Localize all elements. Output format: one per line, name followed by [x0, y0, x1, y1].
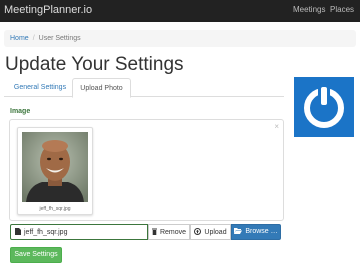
breadcrumb-home-link[interactable]: Home	[10, 35, 29, 42]
nav-meetings-link[interactable]: Meetings	[293, 5, 325, 14]
close-preview-icon[interactable]: ×	[274, 122, 279, 131]
settings-tabs: General Settings Upload Photo	[4, 78, 284, 98]
breadcrumb-separator: /	[32, 35, 35, 42]
tab-general-settings[interactable]: General Settings	[10, 78, 70, 97]
breadcrumb: Home / User Settings	[4, 30, 356, 47]
file-name-value: jeff_fh_sqr.jpg	[24, 229, 68, 236]
browse-button[interactable]: Browse …	[231, 224, 281, 240]
upload-circle-icon	[194, 228, 202, 235]
nav-places-link[interactable]: Places	[330, 5, 354, 14]
remove-button-label: Remove	[159, 229, 187, 236]
profile-photo	[22, 132, 88, 202]
page-title: Update Your Settings	[5, 54, 184, 75]
image-label: Image	[10, 108, 31, 115]
navbar: MeetingPlanner.io Meetings Places	[0, 0, 360, 22]
trash-icon	[151, 228, 157, 235]
thumbnail-caption: jeff_fh_sqr.jpg	[39, 206, 71, 212]
save-settings-button[interactable]: Save Settings	[10, 247, 62, 263]
file-icon	[15, 228, 21, 235]
remove-button[interactable]: Remove	[148, 224, 190, 240]
power-icon	[294, 77, 354, 137]
image-preview-box: × jeff_fh_sqr.jpg	[9, 119, 284, 221]
upload-button-label: Upload	[204, 229, 227, 236]
tab-upload-photo[interactable]: Upload Photo	[72, 78, 131, 98]
breadcrumb-current: User Settings	[38, 35, 81, 42]
brand-link[interactable]: MeetingPlanner.io	[4, 4, 92, 16]
preview-thumbnail: jeff_fh_sqr.jpg	[17, 127, 93, 215]
upload-button[interactable]: Upload	[190, 224, 231, 240]
folder-open-icon	[234, 228, 243, 234]
browse-button-label: Browse …	[245, 228, 278, 235]
file-name-field[interactable]: jeff_fh_sqr.jpg	[10, 224, 148, 240]
